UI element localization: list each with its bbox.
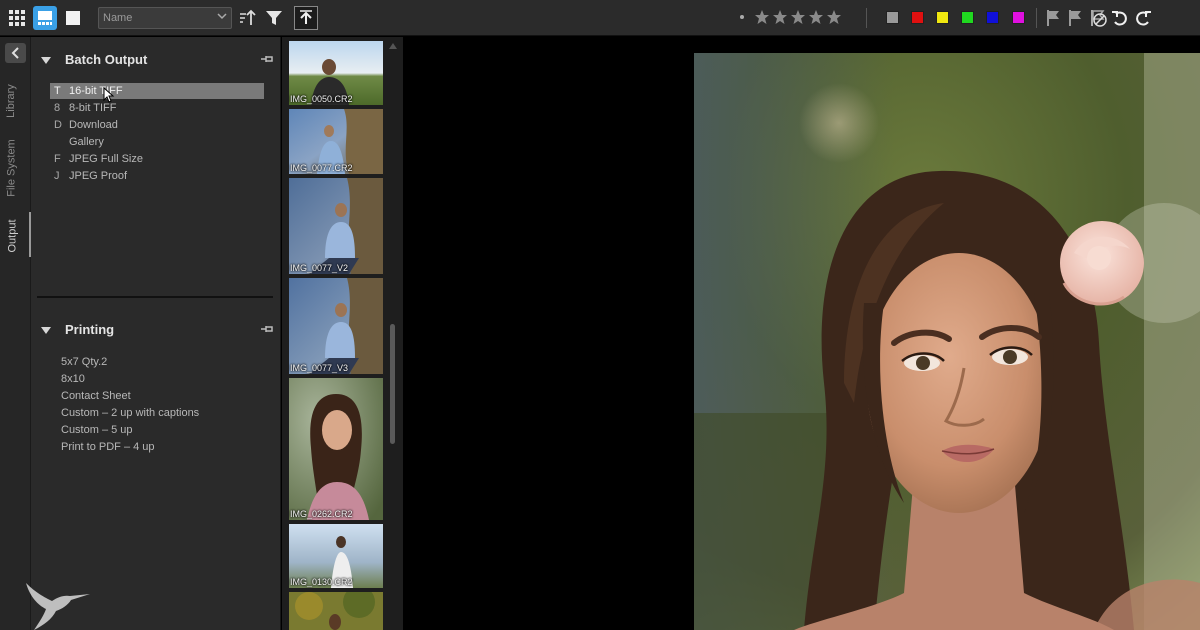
collapse-panel-button[interactable] <box>5 43 26 63</box>
reject-flag-icon[interactable] <box>1066 8 1086 28</box>
color-label-red[interactable] <box>911 11 924 24</box>
sort-order-icon[interactable] <box>236 6 260 30</box>
thumbnail-label: IMG_0130.CR2 <box>290 577 353 587</box>
star-icon[interactable] <box>754 9 770 25</box>
thumbnail-browser: IMG_0050.CR2 IMG_0077.CR2 IMG_0077_V2 IM… <box>282 37 403 630</box>
color-label-blue[interactable] <box>986 11 999 24</box>
thumbnail[interactable]: IMG_0077.CR2 <box>289 109 383 174</box>
section-divider <box>37 296 273 298</box>
thumbnail-image <box>289 278 383 374</box>
thumbnail[interactable]: IMG_0077_V3 <box>289 278 383 374</box>
printing-header[interactable]: Printing <box>41 322 114 337</box>
single-view-icon[interactable] <box>61 6 85 30</box>
sort-select[interactable]: Name <box>98 7 232 29</box>
star-icon[interactable] <box>790 9 806 25</box>
tab-library-label: Library <box>4 84 17 118</box>
print-preset-item[interactable]: Print to PDF – 4 up <box>61 441 155 453</box>
toolbar-divider <box>1036 8 1037 28</box>
chevron-left-icon <box>11 47 19 59</box>
color-label-gray[interactable] <box>886 11 899 24</box>
recipe-item[interactable]: J JPEG Proof <box>50 168 264 184</box>
no-rating-dot[interactable] <box>740 15 744 19</box>
tab-output[interactable]: Output <box>0 212 31 257</box>
thumbnail[interactable]: IMG_0262.CR2 <box>289 378 383 520</box>
recipe-item[interactable]: 8 8-bit TIFF <box>50 100 264 116</box>
batch-output-title: Batch Output <box>65 52 148 67</box>
pin-icon[interactable] <box>261 324 273 334</box>
mouse-cursor-icon <box>103 87 115 103</box>
thumbnail[interactable] <box>289 592 383 630</box>
recipe-item[interactable]: Gallery <box>50 134 264 150</box>
recipe-item[interactable]: T 16-bit TIFF <box>50 83 264 99</box>
filter-icon[interactable] <box>262 6 286 30</box>
filmstrip-view-icon[interactable] <box>33 6 57 30</box>
color-label-magenta[interactable] <box>1012 11 1025 24</box>
printing-title: Printing <box>65 322 115 337</box>
grid-view-icon[interactable] <box>5 6 29 30</box>
scrollbar-thumb[interactable] <box>390 324 395 444</box>
tab-library[interactable]: Library <box>0 77 31 122</box>
recipe-label: Download <box>69 119 118 131</box>
expand-triangle-icon[interactable] <box>41 327 51 335</box>
viewer-image[interactable] <box>694 53 1200 630</box>
scroll-up-arrow-icon[interactable] <box>389 43 397 49</box>
pick-flag-icon[interactable] <box>1044 8 1064 28</box>
recipe-label: 8-bit TIFF <box>69 102 117 114</box>
recipe-label: Gallery <box>69 136 104 148</box>
thumbnail-image <box>289 592 383 630</box>
thumbnail-label: IMG_0077_V3 <box>290 363 349 373</box>
star-icon[interactable] <box>772 9 788 25</box>
thumbnail-label: IMG_0050.CR2 <box>290 94 353 104</box>
recipe-label: JPEG Full Size <box>69 153 143 165</box>
thumbnail[interactable]: IMG_0077_V2 <box>289 178 383 274</box>
batch-output-header[interactable]: Batch Output <box>41 52 147 67</box>
thumbnail-image <box>289 378 383 520</box>
hummingbird-logo <box>26 583 90 630</box>
chevron-down-icon <box>217 13 227 20</box>
portrait-photo <box>694 53 1200 630</box>
pin-icon[interactable] <box>261 54 273 64</box>
recipe-item[interactable]: F JPEG Full Size <box>50 151 264 167</box>
color-label-green[interactable] <box>961 11 974 24</box>
print-preset-item[interactable]: 8x10 <box>61 373 85 385</box>
print-preset-item[interactable]: Custom – 5 up <box>61 424 133 436</box>
recipe-item[interactable]: D Download <box>50 117 264 133</box>
sort-select-value: Name <box>103 12 133 24</box>
export-icon[interactable] <box>294 6 318 30</box>
recipe-label: JPEG Proof <box>69 170 128 182</box>
tab-file-system[interactable]: File System <box>0 132 31 202</box>
print-preset-item[interactable]: Custom – 2 up with captions <box>61 407 199 419</box>
thumbnail[interactable]: IMG_0050.CR2 <box>289 41 383 105</box>
print-preset-item[interactable]: 5x7 Qty.2 <box>61 356 107 368</box>
thumbnail-image <box>289 178 383 274</box>
top-toolbar: Name <box>0 0 1200 36</box>
toolbar-divider <box>866 8 867 28</box>
expand-triangle-icon[interactable] <box>41 57 51 65</box>
undo-icon[interactable] <box>1110 8 1130 28</box>
thumbnail-label: IMG_0262.CR2 <box>290 509 353 519</box>
thumbnail-label: IMG_0077_V2 <box>290 263 349 273</box>
panel-tab-strip: Library File System Output <box>0 37 31 630</box>
color-label-yellow[interactable] <box>936 11 949 24</box>
thumbnail-label: IMG_0077.CR2 <box>290 163 353 173</box>
thumbnail-scrollbar[interactable] <box>387 39 397 628</box>
rating-stars[interactable] <box>740 9 842 25</box>
image-viewer <box>403 37 1200 630</box>
star-icon[interactable] <box>826 9 842 25</box>
output-tool-panel: Batch Output T 16-bit TIFF 8 8-bit TIFF DD… <box>31 37 281 630</box>
thumbnail[interactable]: IMG_0130.CR2 <box>289 524 383 588</box>
print-preset-item[interactable]: Contact Sheet <box>61 390 131 402</box>
clear-flag-icon[interactable] <box>1088 8 1108 28</box>
tab-output-label: Output <box>6 219 19 253</box>
star-icon[interactable] <box>808 9 824 25</box>
redo-icon[interactable] <box>1133 8 1153 28</box>
tab-file-system-label: File System <box>5 139 18 197</box>
